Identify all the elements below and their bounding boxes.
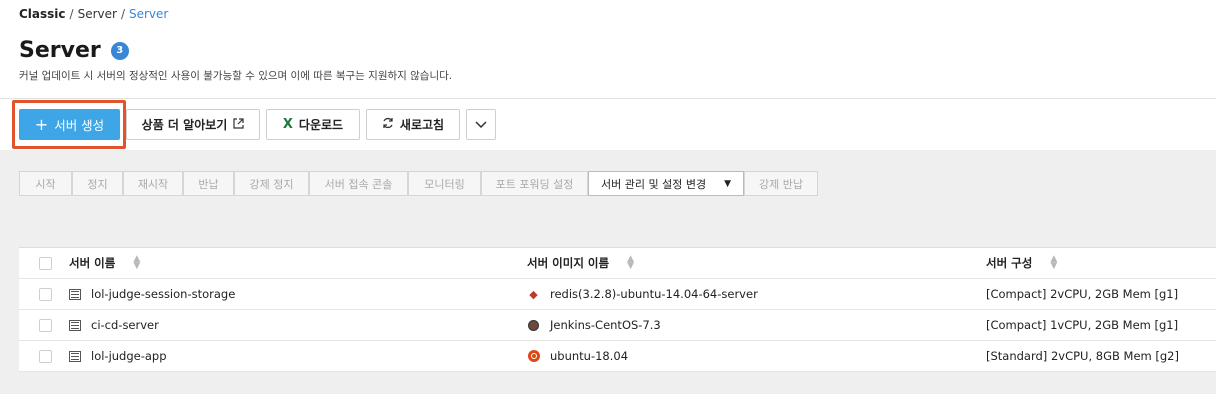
select-all-checkbox[interactable] [39,256,52,270]
server-image: Jenkins-CentOS-7.3 [550,318,661,332]
row-checkbox[interactable] [39,349,52,363]
return-button[interactable]: 반납 [183,171,234,196]
spec-column-header[interactable]: 서버 구성 ▲ ▼ [986,254,1057,271]
page-title: Server [19,38,101,63]
server-table: 서버 이름 ▲ ▼ 서버 이미지 이름 ▲ ▼ 서버 구성 ▲ ▼ lol-judge… [19,247,1216,372]
breadcrumb-separator: / [120,7,125,21]
server-name-cell: lol-judge-app [69,349,167,363]
page-header: Server 3 [19,38,129,63]
header-divider [0,98,1216,99]
breadcrumb: Classic / Server / Server [19,7,168,21]
console-button[interactable]: 서버 접속 콘솔 [309,171,408,196]
server-spec: [Standard] 2vCPU, 8GB Mem [g2] [986,349,1179,363]
ubuntu-icon [527,350,540,363]
external-link-icon [233,117,244,132]
image-column-header[interactable]: 서버 이미지 이름 ▲ ▼ [527,254,634,271]
row-checkbox[interactable] [39,318,52,332]
port-forwarding-button[interactable]: 포트 포워딩 설정 [481,171,588,196]
spec-header-label: 서버 구성 [986,256,1033,270]
monitoring-button[interactable]: 모니터링 [408,171,481,196]
server-image-cell: Jenkins-CentOS-7.3 [527,318,661,332]
server-action-bar: 시작 정지 재시작 반납 강제 정지 서버 접속 콘솔 모니터링 포트 포워딩 … [19,171,818,196]
breadcrumb-separator: / [69,7,74,21]
download-button[interactable]: X 다운로드 [266,109,360,140]
chevron-down-icon [475,118,487,132]
manage-settings-dropdown[interactable]: 서버 관리 및 설정 변경 ▼ [588,171,744,196]
name-header-label: 서버 이름 [69,256,116,270]
breadcrumb-current: Server [128,7,169,21]
server-icon [69,350,81,362]
learn-more-label: 상품 더 알아보기 [141,118,228,132]
server-icon [69,319,81,331]
row-checkbox[interactable] [39,287,52,301]
table-row[interactable]: lol-judge-app ubuntu-18.04 [Standard] 2v… [19,341,1216,372]
force-return-button[interactable]: 강제 반납 [744,171,818,196]
server-image-cell: ubuntu-18.04 [527,349,628,363]
sort-icon[interactable]: ▲ ▼ [1050,254,1057,270]
start-button[interactable]: 시작 [19,171,72,196]
server-name-cell: ci-cd-server [69,318,159,332]
download-label: 다운로드 [298,118,344,132]
server-name: ci-cd-server [91,318,159,332]
server-image: ubuntu-18.04 [550,349,629,363]
table-row[interactable]: lol-judge-session-storage ◆ redis(3.2.8)… [19,279,1216,310]
breadcrumb-server[interactable]: Server [78,7,117,21]
table-header-row: 서버 이름 ▲ ▼ 서버 이미지 이름 ▲ ▼ 서버 구성 ▲ ▼ [19,248,1216,279]
server-spec: [Compact] 2vCPU, 2GB Mem [g1] [986,287,1179,301]
force-stop-button[interactable]: 강제 정지 [234,171,309,196]
refresh-button[interactable]: 새로고침 [366,109,460,140]
sort-icon[interactable]: ▲ ▼ [133,254,140,270]
stop-button[interactable]: 정지 [72,171,123,196]
breadcrumb-classic[interactable]: Classic [19,7,66,21]
jenkins-icon [527,319,540,332]
server-name: lol-judge-session-storage [91,287,236,301]
refresh-icon [382,117,394,132]
server-image: redis(3.2.8)-ubuntu-14.04-64-server [550,287,758,301]
server-spec: [Compact] 1vCPU, 2GB Mem [g1] [986,318,1179,332]
manage-settings-label: 서버 관리 및 설정 변경 [601,177,707,191]
more-options-button[interactable] [466,109,496,140]
kernel-update-notice: 커널 업데이트 시 서버의 정상적인 사용이 불가능할 수 있으며 이에 따른 … [19,70,453,82]
table-row[interactable]: ci-cd-server Jenkins-CentOS-7.3 [Compact… [19,310,1216,341]
server-name-cell: lol-judge-session-storage [69,287,235,301]
server-name: lol-judge-app [91,349,167,363]
server-image-cell: ◆ redis(3.2.8)-ubuntu-14.04-64-server [527,287,758,301]
redis-icon: ◆ [529,287,538,301]
restart-button[interactable]: 재시작 [123,171,183,196]
caret-down-icon: ▼ [724,178,731,189]
highlight-box [12,100,126,149]
name-column-header[interactable]: 서버 이름 ▲ ▼ [69,254,140,271]
refresh-label: 새로고침 [399,118,445,132]
server-icon [69,288,81,300]
image-header-label: 서버 이미지 이름 [527,256,610,270]
server-count-badge: 3 [110,41,129,60]
excel-icon: X [282,117,293,132]
sort-icon[interactable]: ▲ ▼ [627,254,634,270]
learn-more-button[interactable]: 상품 더 알아보기 [126,109,260,140]
